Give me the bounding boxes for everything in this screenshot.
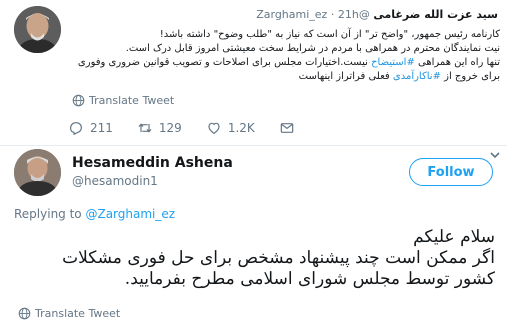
main-line-2: اگر ممکن است چند پیشنهاد مشخص برای حل فو…: [62, 248, 495, 268]
quoted-line-2: نیت نمایندگان محترم در همراهی با مردم در…: [125, 43, 500, 54]
reply-count: 211: [90, 121, 113, 135]
hashtag-link-2[interactable]: #ناکارآمدی: [393, 71, 441, 82]
quoted-line-3: تنها راه این همراهی #استیضاح نیست.اختیار…: [60, 56, 500, 70]
quoted-translate-label: Translate Tweet: [89, 94, 175, 107]
like-button[interactable]: 1.2K: [206, 120, 255, 136]
reply-icon: [70, 122, 82, 135]
main-avatar[interactable]: [14, 149, 61, 196]
main-tweet-text: سلام علیکم اگر ممکن است چند پیشنهاد مشخص…: [10, 227, 495, 290]
heart-icon: [208, 122, 220, 134]
hashtag-link-1[interactable]: #استیضاح: [371, 57, 415, 68]
replying-to-line: Replying to @Zarghami_ez: [14, 207, 175, 221]
retweet-icon: [138, 123, 152, 133]
quoted-author-name[interactable]: سید عزت الله ضرغامی: [373, 8, 498, 21]
retweet-count: 129: [158, 121, 182, 135]
main-translate-link[interactable]: Translate Tweet: [18, 307, 120, 320]
quoted-line-1: کارنامه رئیس جمهور، "واضح تر" از آن است …: [159, 29, 500, 40]
chevron-down-icon[interactable]: [489, 150, 501, 160]
main-author-name[interactable]: Hesameddin Ashena: [72, 155, 233, 171]
globe-icon: [72, 94, 85, 107]
retweet-button[interactable]: 129: [137, 120, 182, 136]
reply-button[interactable]: 211: [68, 120, 113, 136]
quoted-line-4-rest: فعلی فراتراز اینهاست: [298, 71, 393, 82]
quoted-avatar[interactable]: [14, 6, 61, 53]
envelope-icon: [280, 123, 294, 133]
main-avatar-image: [14, 149, 61, 196]
follow-button[interactable]: Follow: [409, 158, 493, 186]
quoted-action-bar: 211 129 1.2K: [68, 119, 428, 137]
quoted-timestamp[interactable]: 21h: [338, 8, 359, 21]
quoted-header: سید عزت الله ضرغامی @Zarghami_ez · 21h: [70, 8, 498, 26]
main-line-1: سلام علیکم: [413, 227, 495, 247]
quoted-tweet-text: کارنامه رئیس جمهور، "واضح تر" از آن است …: [60, 28, 500, 84]
quoted-tweet[interactable]: سید عزت الله ضرغامی @Zarghami_ez · 21h ک…: [0, 0, 507, 146]
replying-to-link[interactable]: @Zarghami_ez: [85, 207, 175, 221]
quoted-line-4-text: برای خروج از: [440, 71, 500, 82]
quoted-line-3-text: تنها راه این همراهی: [414, 57, 500, 68]
quoted-dot-separator: ·: [330, 8, 335, 21]
quoted-translate-link[interactable]: Translate Tweet: [72, 94, 174, 107]
quoted-avatar-image: [14, 6, 61, 53]
quoted-line-4: برای خروج از #ناکارآمدی فعلی فراتراز این…: [60, 70, 500, 84]
main-author-handle[interactable]: @hesamodin1: [72, 174, 158, 188]
main-line-3: کشور توسط مجلس شورای اسلامی مطرح بفرمایی…: [124, 269, 495, 289]
quoted-line-3-rest: نیست.اختیارات مجلس برای اصلاحات و تصویب …: [77, 57, 372, 68]
main-translate-label: Translate Tweet: [35, 307, 121, 320]
replying-to-prefix: Replying to: [14, 207, 82, 221]
direct-message-button[interactable]: [279, 120, 295, 136]
like-count: 1.2K: [227, 121, 255, 135]
globe-icon: [18, 307, 31, 320]
